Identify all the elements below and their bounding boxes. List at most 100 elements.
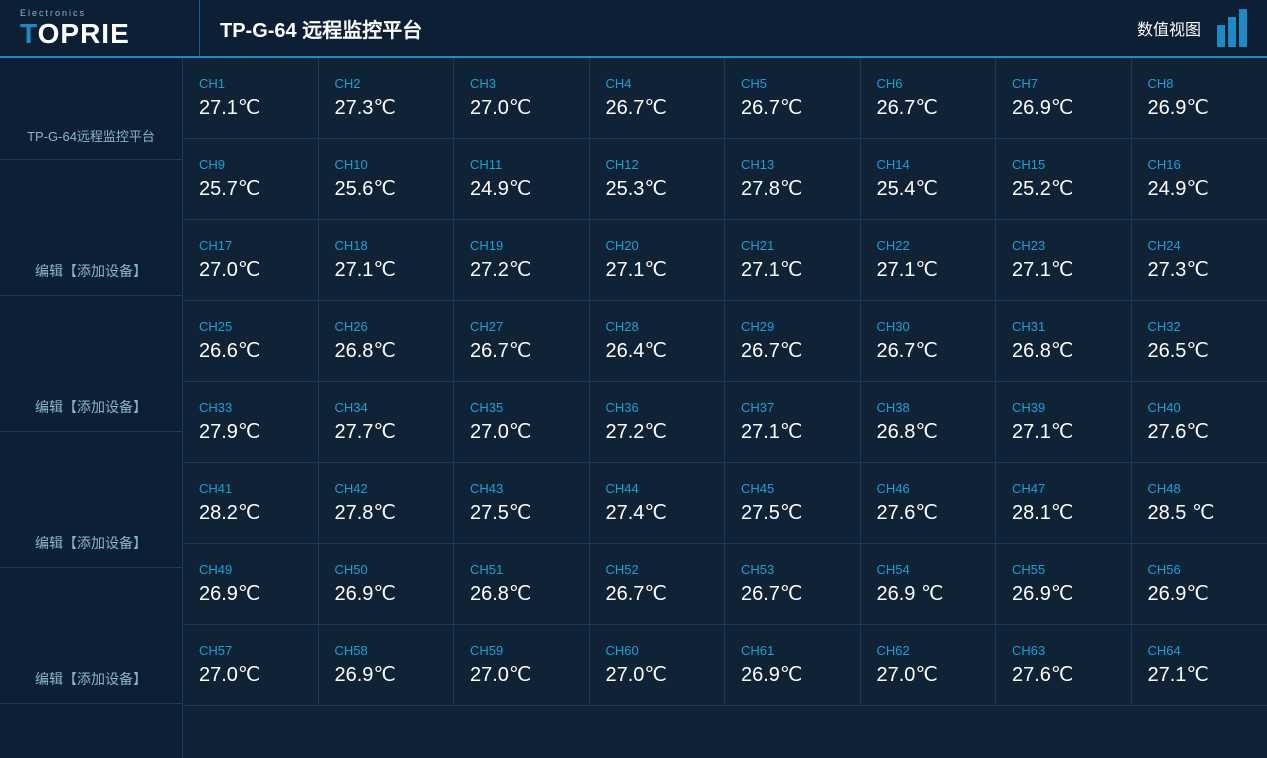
channel-cell-ch64[interactable]: CH6427.1℃: [1132, 625, 1267, 705]
channel-cell-ch34[interactable]: CH3427.7℃: [319, 382, 455, 462]
channel-cell-ch10[interactable]: CH1025.6℃: [319, 139, 455, 219]
channel-value-ch50: 26.9℃: [335, 581, 438, 606]
channel-label-ch50: CH50: [335, 562, 438, 577]
sidebar-item-platform[interactable]: TP-G-64远程监控平台: [0, 112, 182, 160]
channel-value-ch30: 26.7℃: [877, 338, 980, 363]
channel-cell-ch39[interactable]: CH39 27.1℃: [996, 382, 1132, 462]
channel-value-ch35: 27.0℃: [470, 419, 573, 444]
channel-value-ch46: 27.6℃: [877, 500, 980, 525]
channel-label-ch17: CH17: [199, 238, 302, 253]
channel-cell-ch18[interactable]: CH1827.1℃: [319, 220, 455, 300]
channel-cell-ch36[interactable]: CH3627.2℃: [590, 382, 726, 462]
channel-cell-ch41[interactable]: CH4128.2℃: [183, 463, 319, 543]
channel-cell-ch7[interactable]: CH726.9℃: [996, 58, 1132, 138]
channel-cell-ch2[interactable]: CH227.3℃: [319, 58, 455, 138]
channel-cell-ch29[interactable]: CH2926.7℃: [725, 301, 861, 381]
channel-label-ch28: CH28: [606, 319, 709, 334]
channel-cell-ch26[interactable]: CH2626.8℃: [319, 301, 455, 381]
channel-cell-ch33[interactable]: CH3327.9℃: [183, 382, 319, 462]
channel-cell-ch6[interactable]: CH626.7℃: [861, 58, 997, 138]
channel-cell-ch27[interactable]: CH2726.7℃: [454, 301, 590, 381]
channel-value-ch61: 26.9℃: [741, 662, 844, 687]
channel-cell-ch23[interactable]: CH2327.1℃: [996, 220, 1132, 300]
channel-cell-ch49[interactable]: CH4926.9℃: [183, 544, 319, 624]
channel-cell-ch20[interactable]: CH2027.1℃: [590, 220, 726, 300]
channel-cell-ch60[interactable]: CH6027.0℃: [590, 625, 726, 705]
channel-value-ch43: 27.5℃: [470, 500, 573, 525]
channel-cell-ch52[interactable]: CH5226.7℃: [590, 544, 726, 624]
channel-cell-ch31[interactable]: CH3126.8℃: [996, 301, 1132, 381]
channel-cell-ch44[interactable]: CH4427.4℃: [590, 463, 726, 543]
sidebar-item-edit-4[interactable]: 编辑【添加设备】: [0, 655, 182, 704]
logo-electronics: Electronics: [20, 8, 86, 18]
channel-cell-ch54[interactable]: CH5426.9 ℃: [861, 544, 997, 624]
channel-cell-ch61[interactable]: CH6126.9℃: [725, 625, 861, 705]
channel-value-ch26: 26.8℃: [335, 338, 438, 363]
channel-label-ch8: CH8: [1148, 76, 1252, 91]
channel-cell-ch19[interactable]: CH1927.2℃: [454, 220, 590, 300]
channel-cell-ch42[interactable]: CH4227.8℃: [319, 463, 455, 543]
channel-cell-ch40[interactable]: CH4027.6℃: [1132, 382, 1267, 462]
channel-cell-ch32[interactable]: CH3226.5℃: [1132, 301, 1267, 381]
sidebar-item-edit-2-label: 编辑【添加设备】: [35, 399, 147, 415]
channel-label-ch48: CH48: [1148, 481, 1252, 496]
view-label[interactable]: 数值视图: [1137, 16, 1201, 40]
channel-cell-ch11[interactable]: CH1124.9℃: [454, 139, 590, 219]
main-layout: TP-G-64远程监控平台 编辑【添加设备】 编辑【添加设备】 编辑【添加设备】…: [0, 58, 1267, 758]
channel-value-ch39: 27.1℃: [1012, 419, 1115, 444]
channel-value-ch2: 27.3℃: [335, 95, 438, 120]
channel-cell-ch55[interactable]: CH5526.9℃: [996, 544, 1132, 624]
header: Electronics TOPRIE TP-G-64 远程监控平台 数值视图: [0, 0, 1267, 58]
channel-cell-ch63[interactable]: CH6327.6℃: [996, 625, 1132, 705]
channel-cell-ch57[interactable]: CH5727.0℃: [183, 625, 319, 705]
channel-label-ch19: CH19: [470, 238, 573, 253]
channel-cell-ch58[interactable]: CH5826.9℃: [319, 625, 455, 705]
channel-cell-ch21[interactable]: CH2127.1℃: [725, 220, 861, 300]
channel-label-ch39: CH39: [1012, 400, 1115, 415]
channel-cell-ch16[interactable]: CH1624.9℃: [1132, 139, 1267, 219]
channel-cell-ch45[interactable]: CH4527.5℃: [725, 463, 861, 543]
channel-cell-ch30[interactable]: CH30 26.7℃: [861, 301, 997, 381]
channel-cell-ch15[interactable]: CH1525.2℃: [996, 139, 1132, 219]
channel-value-ch17: 27.0℃: [199, 257, 302, 282]
channel-value-ch57: 27.0℃: [199, 662, 302, 687]
channel-value-ch9: 25.7℃: [199, 176, 302, 201]
sidebar-item-edit-1[interactable]: 编辑【添加设备】: [0, 247, 182, 296]
channel-label-ch45: CH45: [741, 481, 844, 496]
channel-cell-ch9[interactable]: CH925.7℃: [183, 139, 319, 219]
channel-value-ch10: 25.6℃: [335, 176, 438, 201]
channel-cell-ch53[interactable]: CH5326.7℃: [725, 544, 861, 624]
sidebar-item-edit-3[interactable]: 编辑【添加设备】: [0, 519, 182, 568]
channel-cell-ch50[interactable]: CH50 26.9℃: [319, 544, 455, 624]
channel-cell-ch14[interactable]: CH1425.4℃: [861, 139, 997, 219]
channel-value-ch6: 26.7℃: [877, 95, 980, 120]
channel-cell-ch28[interactable]: CH2826.4℃: [590, 301, 726, 381]
bar-2: [1228, 17, 1236, 47]
channel-cell-ch1[interactable]: CH127.1℃: [183, 58, 319, 138]
channel-cell-ch8[interactable]: CH826.9℃: [1132, 58, 1267, 138]
channel-cell-ch25[interactable]: CH2526.6℃: [183, 301, 319, 381]
channel-value-ch42: 27.8℃: [335, 500, 438, 525]
sidebar-item-edit-2[interactable]: 编辑【添加设备】: [0, 383, 182, 432]
channel-cell-ch37[interactable]: CH3727.1℃: [725, 382, 861, 462]
channel-cell-ch59[interactable]: CH5927.0℃: [454, 625, 590, 705]
channel-label-ch12: CH12: [606, 157, 709, 172]
channel-cell-ch47[interactable]: CH4728.1℃: [996, 463, 1132, 543]
channel-cell-ch43[interactable]: CH4327.5℃: [454, 463, 590, 543]
channel-cell-ch56[interactable]: CH5626.9℃: [1132, 544, 1267, 624]
channel-cell-ch22[interactable]: CH2227.1℃: [861, 220, 997, 300]
channel-cell-ch62[interactable]: CH6227.0℃: [861, 625, 997, 705]
channel-cell-ch13[interactable]: CH1327.8℃: [725, 139, 861, 219]
channel-cell-ch46[interactable]: CH4627.6℃: [861, 463, 997, 543]
channel-cell-ch3[interactable]: CH327.0℃: [454, 58, 590, 138]
channel-cell-ch38[interactable]: CH3826.8℃: [861, 382, 997, 462]
channel-cell-ch4[interactable]: CH426.7℃: [590, 58, 726, 138]
channel-cell-ch48[interactable]: CH4828.5 ℃: [1132, 463, 1267, 543]
channel-label-ch30: CH30: [877, 319, 980, 334]
channel-cell-ch12[interactable]: CH1225.3℃: [590, 139, 726, 219]
channel-cell-ch24[interactable]: CH2427.3℃: [1132, 220, 1267, 300]
channel-cell-ch35[interactable]: CH3527.0℃: [454, 382, 590, 462]
channel-cell-ch51[interactable]: CH5126.8℃: [454, 544, 590, 624]
channel-cell-ch17[interactable]: CH17 27.0℃: [183, 220, 319, 300]
channel-cell-ch5[interactable]: CH526.7℃: [725, 58, 861, 138]
